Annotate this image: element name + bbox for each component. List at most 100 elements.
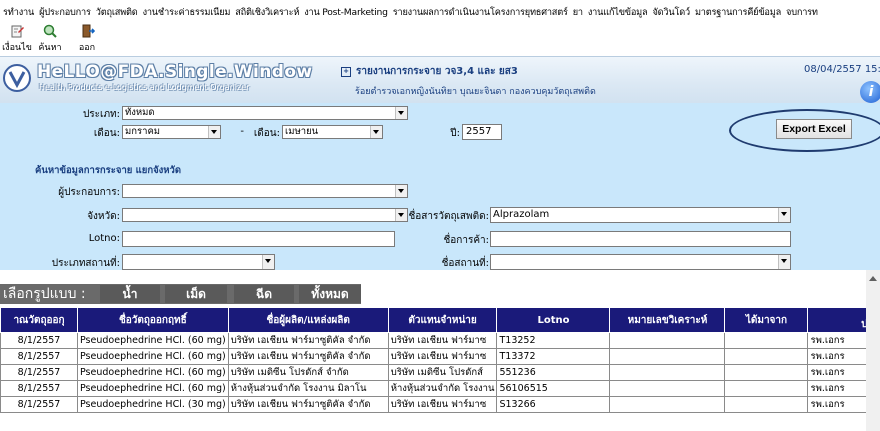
month-to-select[interactable]: เมษายน bbox=[282, 125, 383, 139]
year-input[interactable]: 2557 bbox=[462, 124, 502, 140]
table-cell: บริษัท เอเชียน ฟาร์มาซ bbox=[387, 332, 498, 349]
vertical-scrollbar[interactable] bbox=[866, 270, 880, 431]
logo-icon bbox=[3, 64, 31, 92]
table-row[interactable]: 8/1/2557 Pseudoephedrine HCl. (30 mg) บริษ… bbox=[0, 396, 871, 413]
table-cell bbox=[609, 348, 726, 365]
table-row[interactable]: 8/1/2557 Pseudoephedrine HCl. (60 mg) ห้าง… bbox=[0, 380, 871, 397]
table-cell: 551236 bbox=[496, 364, 611, 381]
column-header[interactable]: ชื่อวัตถุออกฤทธิ์ bbox=[77, 307, 229, 333]
table-cell: บริษัท เมดิซีน โปรดักส์ จำกัด bbox=[227, 364, 389, 381]
trade-name-input[interactable] bbox=[490, 231, 791, 247]
tab-all[interactable]: ทั้งหมด bbox=[299, 285, 361, 303]
substance-select[interactable]: Alprazolam bbox=[490, 207, 791, 223]
table-cell: บริษัท เมดิซีน โปรดักส์ bbox=[387, 364, 498, 381]
operator-label: ผู้ประกอบการ: bbox=[58, 187, 120, 198]
collapse-icon[interactable]: + bbox=[341, 67, 351, 77]
table-cell: รพ.เอกร bbox=[807, 332, 871, 349]
chevron-down-icon bbox=[208, 126, 220, 138]
column-header[interactable]: าณวัตถุออกุ bbox=[0, 307, 78, 333]
spacer bbox=[0, 270, 866, 284]
table-row[interactable]: 8/1/2557 Pseudoephedrine HCl. (60 mg) บริษ… bbox=[0, 348, 871, 365]
lotno-label: Lotno: bbox=[88, 233, 120, 244]
table-cell: S13266 bbox=[496, 396, 611, 413]
place-type-select[interactable] bbox=[122, 254, 275, 270]
type-select[interactable]: ทั้งหมด bbox=[122, 106, 408, 120]
table-cell bbox=[609, 396, 726, 413]
column-header[interactable]: ได้มาจาก bbox=[724, 307, 809, 333]
table-cell: ห้างหุ้นส่วนจำกัด โรงงาน มิลาโน bbox=[227, 380, 389, 397]
toolbar: เงื่อนไข ค้นหา ออก bbox=[0, 20, 880, 56]
menu-item[interactable]: รายงานผลการดำเนินงานโครงการยุทธศาสตร์ bbox=[390, 0, 570, 20]
app-header: HeLLO@FDA.Single.Window Health Products … bbox=[0, 56, 880, 104]
menu-item[interactable]: จัดวินโดว์ bbox=[649, 0, 691, 20]
menu-item[interactable]: ยา bbox=[570, 0, 585, 20]
month-from-select[interactable]: มกราคม bbox=[122, 125, 221, 139]
search-icon bbox=[43, 24, 57, 38]
tab-liquid[interactable]: น้ำ bbox=[100, 285, 160, 303]
column-header[interactable]: ชื่อผู้ผลิต/แหล่งผลิต bbox=[227, 307, 389, 333]
menu-item[interactable]: วัตถุเสพติด bbox=[93, 0, 140, 20]
menu-item[interactable]: ผู้ประกอบการ bbox=[36, 0, 93, 20]
substance-label: ชื่อสารวัตถุเสพติด: bbox=[408, 211, 489, 222]
province-select[interactable] bbox=[122, 208, 408, 222]
tab-injection[interactable]: ฉีด bbox=[234, 285, 294, 303]
column-header[interactable]: ป bbox=[807, 307, 871, 333]
tab-tablet[interactable]: เม็ด bbox=[165, 285, 227, 303]
place-name-select[interactable] bbox=[490, 254, 791, 270]
column-header[interactable]: ตัวแทนจำหน่าย bbox=[387, 307, 498, 333]
table-cell: บริษัท เอเชียน ฟาร์มาซูติคัล จำกัด bbox=[227, 396, 389, 413]
chevron-down-icon bbox=[262, 255, 274, 269]
conditions-button[interactable]: เงื่อนไข bbox=[0, 23, 34, 54]
table-cell bbox=[609, 332, 726, 349]
place-type-label: ประเภทสถานที่: bbox=[51, 258, 120, 269]
table-row[interactable]: 8/1/2557 Pseudoephedrine HCl. (60 mg) บริษ… bbox=[0, 364, 871, 381]
chevron-down-icon bbox=[370, 126, 382, 138]
table-cell bbox=[724, 380, 809, 397]
table-row[interactable]: 8/1/2557 Pseudoephedrine HCl. (60 mg) บริษ… bbox=[0, 332, 871, 349]
table-cell: T13372 bbox=[496, 348, 611, 365]
menu-item[interactable]: มาตรฐานการคีย์ข้อมูล bbox=[692, 0, 783, 20]
format-tabs: เลือกรูปแบบ : น้ำ เม็ด ฉีด ทั้งหมด bbox=[0, 284, 880, 304]
chevron-down-icon bbox=[778, 208, 790, 222]
table-cell: บริษัท เอเชียน ฟาร์มาซ bbox=[387, 348, 498, 365]
table-cell: Pseudoephedrine HCl. (60 mg) bbox=[77, 364, 229, 381]
search-button[interactable]: ค้นหา bbox=[33, 23, 67, 54]
table-header-row: าณวัตถุออกุ ชื่อวัตถุออกฤทธิ์ ชื่อผู้ผลิ… bbox=[0, 307, 871, 333]
month-from-label: เดือน: bbox=[93, 128, 120, 139]
info-icon[interactable]: i bbox=[860, 81, 880, 103]
operator-select[interactable] bbox=[122, 184, 408, 198]
table-cell: บริษัท เอเชียน ฟาร์มาซ bbox=[387, 396, 498, 413]
month-to-label: เดือน: bbox=[253, 128, 280, 139]
menu-item[interactable]: งาน Post-Marketing bbox=[301, 0, 390, 20]
current-date: 08/04/2557 15:13 bbox=[804, 64, 880, 75]
table-cell bbox=[609, 380, 726, 397]
format-label: เลือกรูปแบบ : bbox=[0, 284, 92, 304]
trade-name-label: ชื่อการค้า: bbox=[443, 235, 489, 246]
menu-item[interactable]: งานชำระค่าธรรมเนียม bbox=[140, 0, 233, 20]
range-dash: - bbox=[240, 126, 244, 137]
chevron-down-icon bbox=[395, 185, 407, 197]
table-cell: 56106515 bbox=[496, 380, 611, 397]
table-cell: 8/1/2557 bbox=[0, 380, 78, 397]
menu-item[interactable]: จบการท bbox=[783, 0, 820, 20]
menu-item[interactable]: สถิติเชิงวิเคราะห์ bbox=[232, 0, 301, 20]
table-cell: Pseudoephedrine HCl. (60 mg) bbox=[77, 332, 229, 349]
logo-title: HeLLO@FDA.Single.Window bbox=[37, 62, 313, 82]
menu-item[interactable]: รทำงาน bbox=[0, 0, 36, 20]
table-cell: 8/1/2557 bbox=[0, 396, 78, 413]
column-header[interactable]: Lotno bbox=[496, 307, 611, 333]
exit-icon bbox=[82, 24, 95, 38]
table-cell: 8/1/2557 bbox=[0, 348, 78, 365]
table-cell: รพ.เอกร bbox=[807, 364, 871, 381]
table-cell bbox=[609, 364, 726, 381]
table-cell: รพ.เอกร bbox=[807, 348, 871, 365]
lotno-input[interactable] bbox=[122, 231, 395, 247]
menu-item[interactable]: งานแก้ไขข้อมูล bbox=[585, 0, 650, 20]
distribution-table: าณวัตถุออกุ ชื่อวัตถุออกฤทธิ์ ชื่อผู้ผลิ… bbox=[0, 307, 871, 413]
table-cell: บริษัท เอเชียน ฟาร์มาซูติคัล จำกัด bbox=[227, 332, 389, 349]
year-label: ปี: bbox=[450, 128, 460, 139]
column-header[interactable]: หมายเลขวิเคราะห์ bbox=[609, 307, 726, 333]
table-cell bbox=[724, 364, 809, 381]
scroll-up-icon[interactable] bbox=[869, 276, 877, 281]
exit-button[interactable]: ออก bbox=[70, 23, 104, 54]
